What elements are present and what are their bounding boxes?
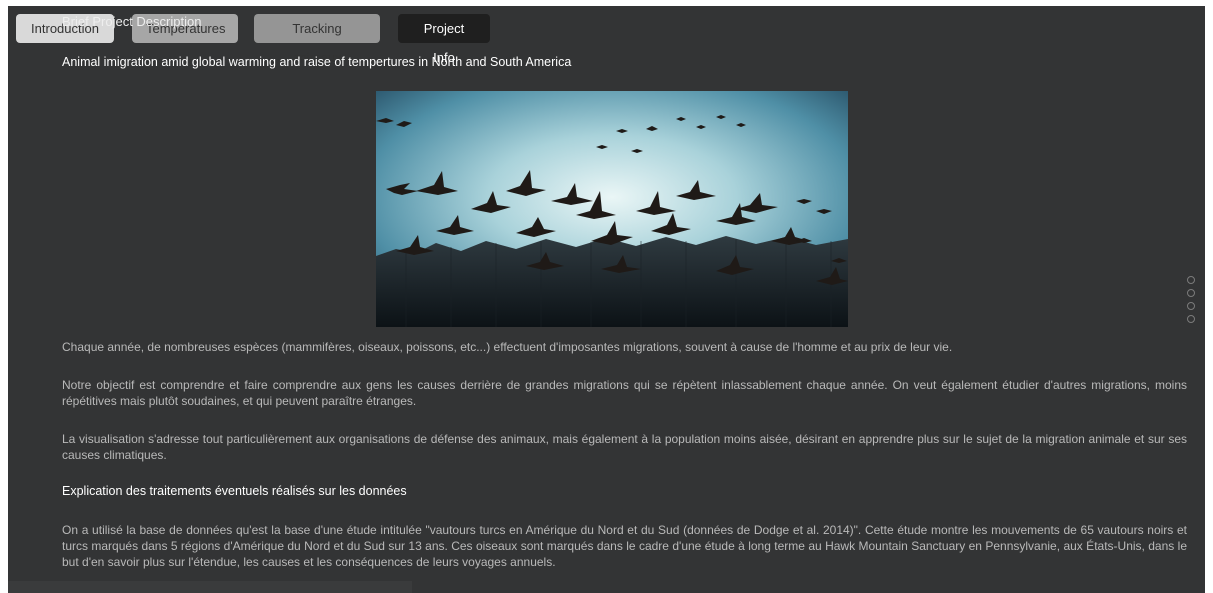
migrating-geese-photo [376, 91, 848, 327]
horizontal-scrollbar[interactable] [8, 581, 412, 593]
pager-dot-3[interactable] [1187, 302, 1195, 310]
paragraph-objective: Notre objectif est comprendre et faire c… [62, 378, 1187, 408]
pager-dot-2[interactable] [1187, 289, 1195, 297]
paragraph-intro: Chaque année, de nombreuses espèces (mam… [62, 340, 953, 354]
paragraph-data-source: On a utilisé la base de données qu'est l… [62, 523, 1187, 569]
pager-dot-1[interactable] [1187, 276, 1195, 284]
page-subtitle: Animal imigration amid global warming an… [62, 55, 572, 69]
section-pager [1187, 276, 1195, 328]
section-heading-data-processing: Explication des traitements éventuels ré… [62, 484, 407, 498]
paragraph-audience: La visualisation s'adresse tout particul… [62, 432, 1187, 462]
brief-description-heading: Brief Project Description [62, 14, 202, 29]
pager-dot-4[interactable] [1187, 315, 1195, 323]
tab-tracking-animaux[interactable]: Tracking animaux [254, 14, 380, 65]
page-frame: Introduction Temperatures Tracking anima… [8, 6, 1205, 593]
tab-project-info[interactable]: Project Info [398, 14, 490, 65]
